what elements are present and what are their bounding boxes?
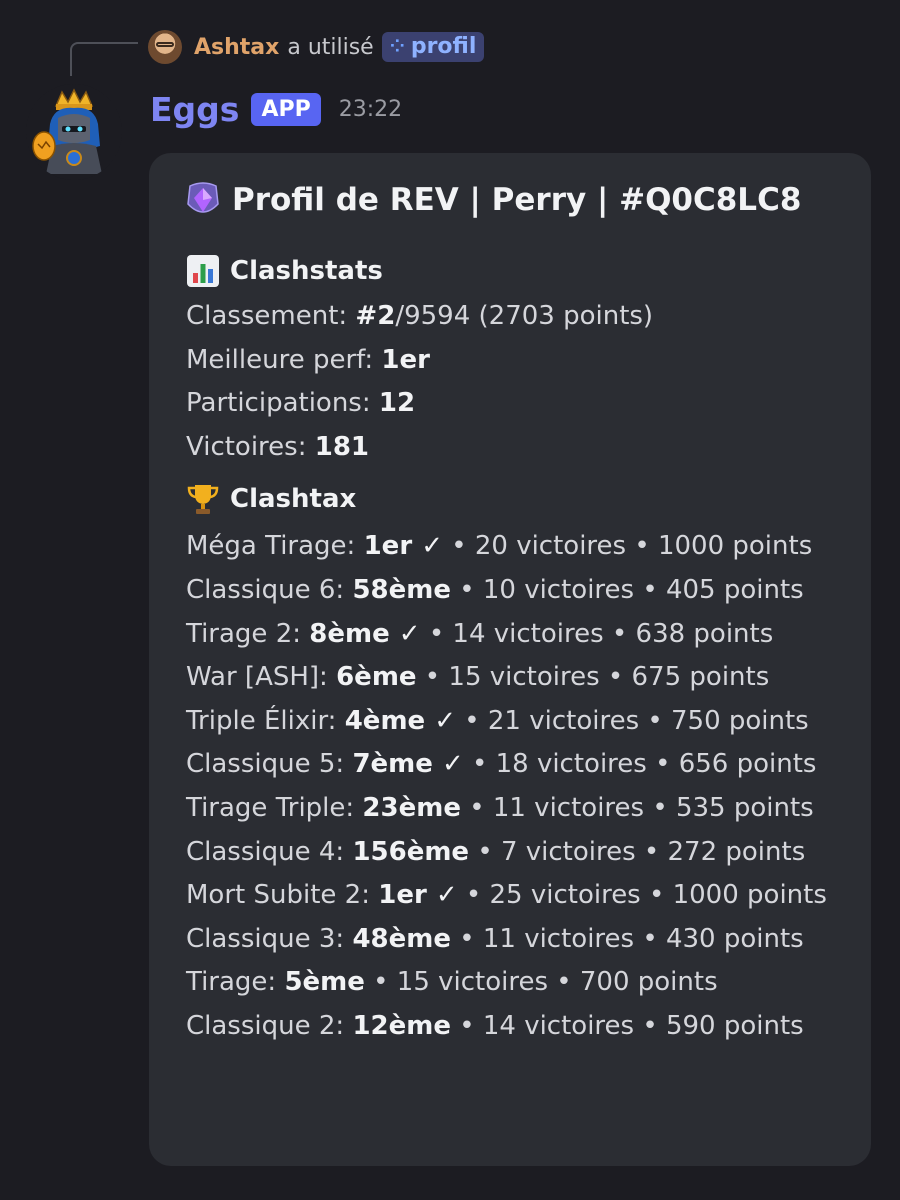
- row-value: 181: [314, 431, 370, 462]
- embed-title-text: Profil de REV | Perry | #Q0C8LC8: [232, 182, 802, 218]
- reply-username[interactable]: Ashtax: [194, 35, 279, 60]
- message-timestamp[interactable]: 23:22: [339, 97, 402, 122]
- row-label: Classique 4:: [186, 836, 353, 867]
- reply-connector: [70, 42, 138, 76]
- row-details: • 15 victoires • 700 points: [364, 967, 718, 998]
- row-value: 5ème: [284, 967, 365, 998]
- row-label: Triple Élixir:: [186, 705, 345, 736]
- row-label: Mort Subite 2:: [186, 880, 379, 911]
- row-value: 1er: [381, 344, 430, 375]
- row-label: Classement:: [186, 301, 356, 331]
- stat-row: Classement: #2/9594 (2703 points): [186, 295, 835, 339]
- result-row: Tirage Triple: 23ème • 11 victoires • 53…: [186, 787, 835, 831]
- row-value: 7ème ✓: [352, 749, 464, 780]
- row-value: 156ème: [352, 836, 470, 867]
- result-row: Tirage: 5ème • 15 victoires • 700 points: [186, 961, 835, 1005]
- row-label: Tirage 2:: [186, 618, 310, 649]
- result-row: Classique 2: 12ème • 14 victoires • 590 …: [186, 1005, 835, 1049]
- profile-embed: Profil de REV | Perry | #Q0C8LC8 Clashst…: [149, 153, 871, 1166]
- row-details: • 15 victoires • 675 points: [416, 662, 770, 693]
- row-value: 8ème ✓: [309, 618, 421, 649]
- result-row: Classique 4: 156ème • 7 victoires • 272 …: [186, 831, 835, 875]
- row-details: • 21 victoires • 750 points: [456, 705, 809, 736]
- row-details: • 18 victoires • 656 points: [463, 749, 817, 780]
- message-header: Eggs APP 23:22: [150, 86, 402, 132]
- row-value: 6ème: [336, 662, 417, 693]
- row-value: 1er ✓: [363, 531, 443, 562]
- row-label: Meilleure perf:: [186, 344, 382, 375]
- command-name: profil: [410, 34, 477, 59]
- command-pill[interactable]: ⁘ profil: [381, 32, 485, 62]
- row-value: 4ème ✓: [344, 705, 457, 736]
- stat-row: Victoires: 181: [186, 426, 835, 470]
- row-details: • 10 victoires • 405 points: [450, 574, 804, 605]
- row-label: Classique 3:: [186, 923, 353, 954]
- reply-avatar[interactable]: [148, 30, 182, 64]
- row-label: Tirage:: [186, 967, 285, 998]
- result-row: Méga Tirage: 1er ✓ • 20 victoires • 1000…: [186, 525, 835, 569]
- row-value: 12ème: [352, 1010, 451, 1041]
- bar-chart-icon: [187, 255, 219, 287]
- stat-row: Meilleure perf: 1er: [186, 339, 835, 383]
- app-badge: APP: [251, 92, 321, 126]
- stat-row: Participations: 12: [186, 382, 835, 426]
- result-row: Mort Subite 2: 1er ✓ • 25 victoires • 10…: [186, 874, 835, 918]
- trophy-icon: [187, 485, 219, 515]
- row-label: Tirage Triple:: [186, 792, 363, 823]
- section-title-clashstats: Clashstats: [230, 256, 383, 286]
- row-details: • 11 victoires • 535 points: [460, 792, 814, 823]
- row-details: • 25 victoires • 1000 points: [457, 880, 827, 911]
- command-icon: ⁘: [389, 36, 405, 57]
- row-value: #2: [355, 301, 396, 331]
- knight-avatar-icon: [26, 84, 122, 180]
- row-label: Participations:: [186, 388, 379, 419]
- clashtax-list: Méga Tirage: 1er ✓ • 20 victoires • 1000…: [186, 525, 835, 1048]
- row-label: Classique 5:: [186, 749, 353, 780]
- row-details: • 20 victoires • 1000 points: [442, 531, 813, 562]
- row-label: Victoires:: [186, 431, 315, 462]
- reply-text: a utilisé: [287, 34, 374, 60]
- row-details: /9594 (2703 points): [395, 301, 654, 331]
- row-label: Méga Tirage:: [186, 531, 364, 562]
- result-row: Classique 3: 48ème • 11 victoires • 430 …: [186, 918, 835, 962]
- section-title-clashtax: Clashtax: [230, 484, 357, 515]
- embed-title: Profil de REV | Perry | #Q0C8LC8: [186, 175, 835, 225]
- section-clashtax: Clashtax: [186, 479, 835, 519]
- row-value: 58ème: [352, 574, 451, 605]
- row-label: Classique 2:: [186, 1010, 353, 1041]
- row-value: 23ème: [362, 792, 461, 823]
- row-value: 48ème: [352, 923, 451, 954]
- row-value: 1er ✓: [378, 880, 458, 911]
- bot-username[interactable]: Eggs: [150, 90, 239, 129]
- section-clashstats: Clashstats: [186, 251, 835, 291]
- result-row: Triple Élixir: 4ème ✓ • 21 victoires • 7…: [186, 700, 835, 744]
- row-value: 12: [378, 388, 416, 419]
- reply-context[interactable]: Ashtax a utilisé ⁘ profil: [148, 28, 485, 66]
- purple-gem-icon: [187, 182, 219, 213]
- result-row: Classique 6: 58ème • 10 victoires • 405 …: [186, 569, 835, 613]
- row-details: • 11 victoires • 430 points: [450, 923, 804, 954]
- row-label: Classique 6:: [186, 574, 353, 605]
- avatar[interactable]: [26, 84, 122, 180]
- result-row: Classique 5: 7ème ✓ • 18 victoires • 656…: [186, 743, 835, 787]
- result-row: Tirage 2: 8ème ✓ • 14 victoires • 638 po…: [186, 613, 835, 657]
- row-details: • 7 victoires • 272 points: [469, 836, 806, 867]
- row-details: • 14 victoires • 638 points: [420, 618, 774, 649]
- clashstats-list: Classement: #2/9594 (2703 points) Meilleu…: [186, 295, 835, 469]
- row-label: War [ASH]:: [186, 662, 337, 693]
- result-row: War [ASH]: 6ème • 15 victoires • 675 poi…: [186, 656, 835, 700]
- row-details: • 14 victoires • 590 points: [450, 1010, 804, 1041]
